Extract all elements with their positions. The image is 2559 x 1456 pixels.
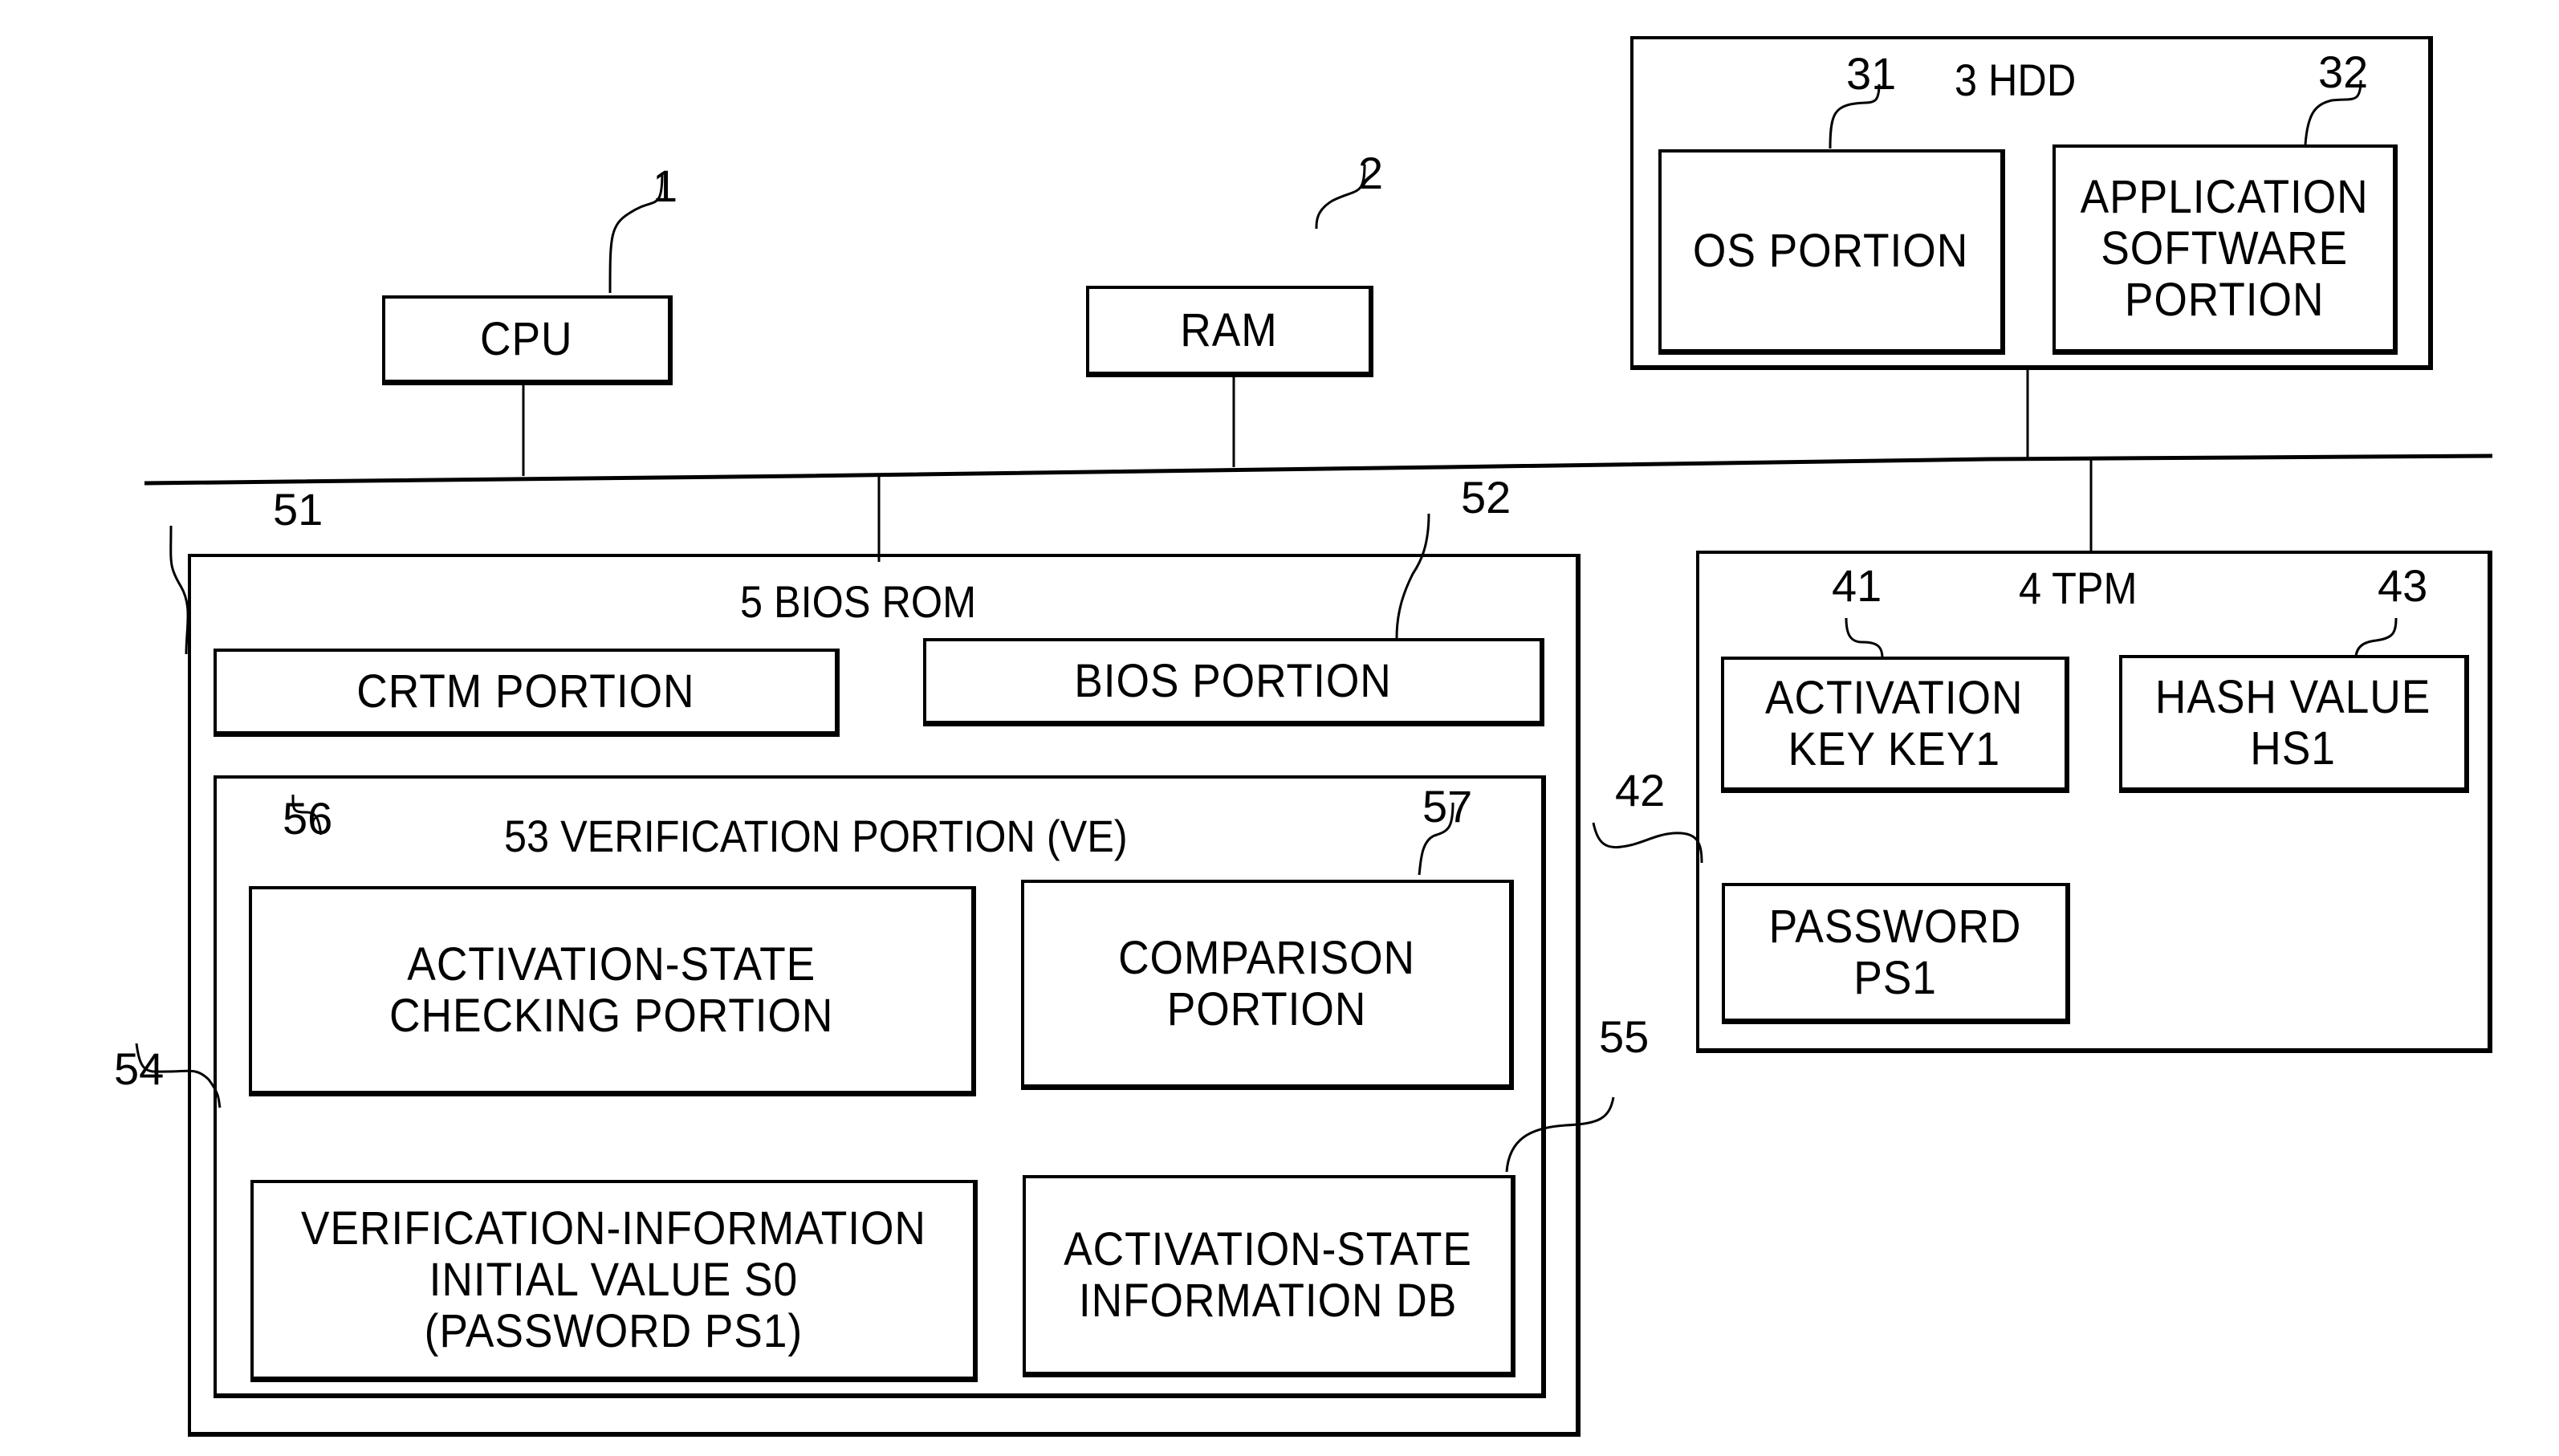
crtm-portion-block: CRTM PORTION bbox=[214, 649, 840, 737]
verification-portion-title: 53 VERIFICATION PORTION (VE) bbox=[504, 811, 1128, 861]
ref-label-cpu: 1 bbox=[653, 161, 678, 211]
ram-label: RAM bbox=[1180, 303, 1278, 356]
comparison-label: COMPARISON PORTION bbox=[1118, 931, 1415, 1035]
hash-value-block: HASH VALUE HS1 bbox=[2119, 655, 2469, 793]
cpu-block: CPU bbox=[382, 295, 673, 385]
leader-51 bbox=[169, 525, 189, 655]
app-software-portion-label: APPLICATION SOFTWARE PORTION bbox=[2080, 170, 2369, 326]
activation-state-checking-block: ACTIVATION-STATE CHECKING PORTION bbox=[249, 886, 976, 1096]
os-portion-label: OS PORTION bbox=[1693, 224, 1969, 277]
hash-value-label: HASH VALUE HS1 bbox=[2155, 670, 2431, 775]
ref-label-activation-state-db: 55 bbox=[1599, 1011, 1650, 1062]
password-block: PASSWORD PS1 bbox=[1722, 883, 2070, 1024]
ref-label-hash-value: 43 bbox=[2378, 560, 2428, 611]
leader-2 bbox=[1315, 164, 1366, 230]
ref-label-activation-key: 41 bbox=[1832, 560, 1882, 611]
ref-label-verification-info-initial: 54 bbox=[114, 1043, 165, 1094]
bios-portion-block: BIOS PORTION bbox=[923, 638, 1544, 726]
verification-info-initial-block: VERIFICATION-INFORMATION INITIAL VALUE S… bbox=[250, 1180, 978, 1382]
system-bus bbox=[144, 453, 2493, 486]
ref-label-bios-portion: 52 bbox=[1461, 472, 1511, 523]
ref-label-ram: 2 bbox=[1358, 148, 1384, 198]
os-portion-block: OS PORTION bbox=[1658, 149, 2005, 355]
ref-label-os-portion: 31 bbox=[1846, 48, 1897, 99]
crtm-portion-label: CRTM PORTION bbox=[356, 665, 695, 718]
activation-key-block: ACTIVATION KEY KEY1 bbox=[1721, 657, 2069, 793]
ref-label-crtm-portion: 51 bbox=[273, 484, 323, 535]
activation-state-db-label: ACTIVATION-STATE INFORMATION DB bbox=[1064, 1222, 1473, 1327]
verification-info-initial-label: VERIFICATION-INFORMATION INITIAL VALUE S… bbox=[300, 1202, 926, 1357]
cpu-label: CPU bbox=[480, 312, 573, 365]
activation-state-db-block: ACTIVATION-STATE INFORMATION DB bbox=[1023, 1175, 1515, 1377]
leader-42 bbox=[1592, 822, 1703, 864]
tpm-title: 4 TPM bbox=[2019, 563, 2138, 613]
activation-state-checking-label: ACTIVATION-STATE CHECKING PORTION bbox=[389, 937, 834, 1042]
ram-block: RAM bbox=[1086, 286, 1373, 377]
password-label: PASSWORD PS1 bbox=[1768, 900, 2022, 1004]
app-software-portion-block: APPLICATION SOFTWARE PORTION bbox=[2052, 144, 2398, 355]
hdd-title: 3 HDD bbox=[1955, 55, 2077, 105]
comparison-block: COMPARISON PORTION bbox=[1021, 880, 1514, 1090]
bios-portion-label: BIOS PORTION bbox=[1074, 654, 1392, 707]
bios-rom-title: 5 BIOS ROM bbox=[740, 576, 977, 627]
ref-label-comparison: 57 bbox=[1422, 781, 1473, 832]
ref-label-activation-state-checking: 56 bbox=[283, 793, 333, 844]
activation-key-label: ACTIVATION KEY KEY1 bbox=[1765, 671, 2024, 775]
ref-label-password: 42 bbox=[1615, 765, 1666, 815]
ref-label-app-portion: 32 bbox=[2318, 47, 2369, 97]
